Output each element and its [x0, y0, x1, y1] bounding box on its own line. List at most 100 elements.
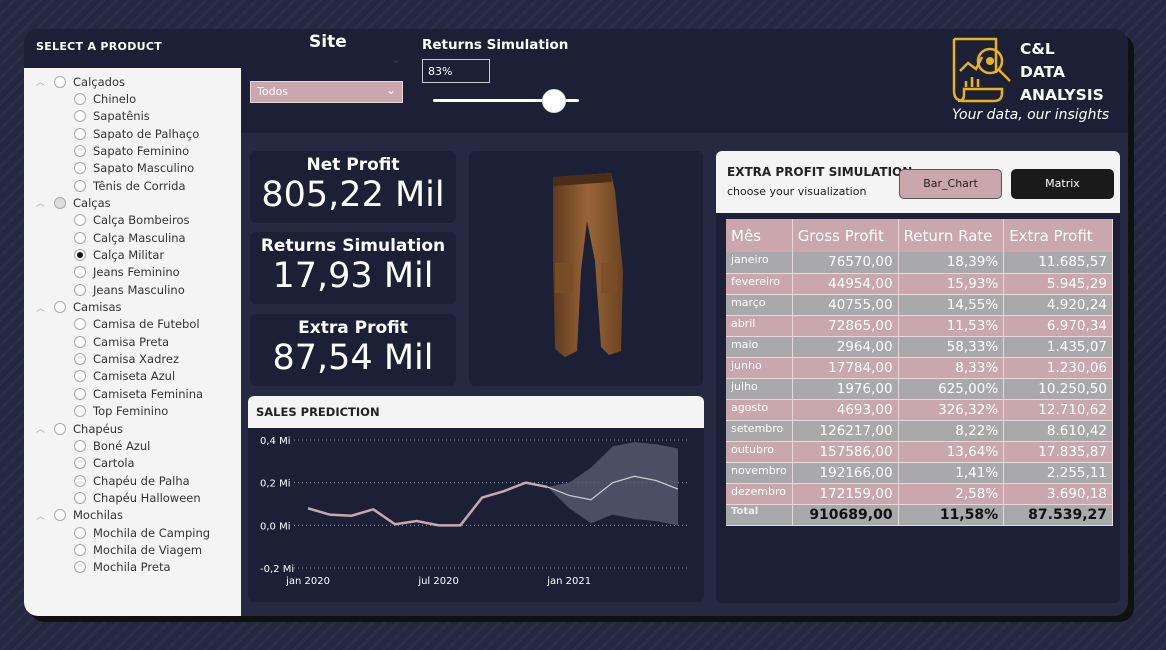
chevron-up-icon[interactable]: ︿: [36, 509, 48, 522]
radio-button[interactable]: [54, 301, 66, 314]
product-group[interactable]: ︿ Calçados: [36, 73, 125, 90]
column-header[interactable]: Gross Profit: [792, 219, 899, 252]
product-item[interactable]: Sapato Masculino: [74, 160, 194, 177]
product-item[interactable]: Chapéu de Palha: [74, 472, 190, 489]
product-group[interactable]: ︿ Camisas: [36, 299, 122, 316]
table-row[interactable]: fevereiro 44954,00 15,93% 5.945,29: [726, 273, 1113, 295]
returns-simulation-input[interactable]: 83%: [422, 59, 490, 83]
product-item[interactable]: Camiseta Feminina: [74, 385, 203, 402]
extra-profit-header: EXTRA PROFIT SIMULATION choose your visu…: [716, 151, 1120, 213]
product-item[interactable]: Camiseta Azul: [74, 368, 175, 385]
table-row[interactable]: setembro 126217,00 8,22% 8.610,42: [726, 420, 1113, 442]
product-item[interactable]: Sapato Feminino: [74, 142, 189, 159]
radio-button[interactable]: [74, 249, 86, 261]
radio-button[interactable]: [74, 92, 86, 105]
radio-button[interactable]: [74, 457, 86, 470]
table-row[interactable]: março 40755,00 14,55% 4.920,24: [726, 294, 1113, 316]
radio-button[interactable]: [74, 127, 86, 140]
radio-button[interactable]: [74, 543, 86, 556]
product-item[interactable]: Calça Masculina: [74, 229, 186, 246]
product-item[interactable]: Boné Azul: [74, 437, 150, 454]
month-cell: setembro: [726, 420, 793, 442]
product-item[interactable]: Sapatênis: [74, 108, 150, 125]
radio-button[interactable]: [74, 266, 86, 279]
table-row[interactable]: junho 17784,00 8,33% 1.230,06: [726, 357, 1113, 379]
radio-button[interactable]: [74, 561, 86, 574]
radio-button[interactable]: [74, 162, 86, 175]
product-item[interactable]: Jeans Masculino: [74, 281, 185, 298]
radio-button[interactable]: [74, 526, 86, 539]
value-cell: 40755,00: [792, 294, 899, 316]
product-item[interactable]: Camisa Xadrez: [74, 351, 179, 368]
chevron-up-icon[interactable]: ︿: [36, 422, 48, 435]
chevron-down-icon: ⌄: [385, 83, 396, 97]
product-item[interactable]: Chapéu Halloween: [74, 489, 201, 506]
extra-profit-title: EXTRA PROFIT SIMULATION: [727, 165, 913, 179]
radio-button[interactable]: [74, 405, 86, 418]
radio-button[interactable]: [74, 110, 86, 123]
table-row[interactable]: janeiro 76570,00 18,39% 11.685,57: [726, 252, 1113, 274]
radio-button[interactable]: [54, 509, 66, 522]
product-item[interactable]: Camisa Preta: [74, 333, 169, 350]
x-tick-label: jan 2020: [285, 576, 330, 587]
returns-slider[interactable]: [433, 89, 579, 113]
product-item[interactable]: Cartola: [74, 455, 135, 472]
radio-button[interactable]: [74, 491, 86, 504]
radio-button[interactable]: [74, 353, 86, 366]
slider-thumb[interactable]: [542, 89, 567, 113]
radio-button[interactable]: [74, 370, 86, 383]
radio-button[interactable]: [74, 283, 86, 296]
bar-chart-button[interactable]: Bar_Chart: [899, 169, 1002, 199]
item-label: Sapato Masculino: [93, 161, 195, 176]
radio-button[interactable]: [74, 474, 86, 487]
product-item[interactable]: Mochila de Viagem: [74, 541, 202, 558]
radio-button[interactable]: [54, 75, 66, 88]
radio-button[interactable]: [54, 196, 66, 209]
table-row[interactable]: dezembro 172159,00 2,58% 3.690,18: [726, 483, 1113, 505]
table-row[interactable]: maio 2964,00 58,33% 1.435,07: [726, 336, 1113, 358]
sales-prediction-chart[interactable]: 0,4 Mi 0,2 Mi 0,0 Mi -0,2 Mijan 2020 jul 202…: [248, 428, 704, 602]
product-item[interactable]: Camisa de Futebol: [74, 316, 200, 333]
product-item[interactable]: Tênis de Corrida: [74, 177, 186, 194]
chevron-up-icon[interactable]: ︿: [36, 196, 48, 209]
product-item[interactable]: Mochila Preta: [74, 559, 171, 576]
value-cell: 625,00%: [898, 378, 1005, 400]
table-row[interactable]: outubro 157586,00 13,64% 17.835,87: [726, 441, 1113, 463]
month-cell: fevereiro: [726, 273, 793, 295]
product-item[interactable]: Jeans Feminino: [74, 264, 180, 281]
product-group[interactable]: ︿ Calças: [36, 194, 111, 211]
product-group[interactable]: ︿ Chapéus: [36, 420, 123, 437]
column-header[interactable]: Extra Profit: [1003, 219, 1113, 252]
radio-button[interactable]: [74, 179, 86, 192]
chevron-up-icon[interactable]: ︿: [36, 75, 48, 88]
product-item[interactable]: Calça Militar: [74, 247, 164, 264]
product-item[interactable]: Mochila de Camping: [74, 524, 210, 541]
value-cell: 2964,00: [792, 336, 899, 358]
table-row[interactable]: abril 72865,00 11,53% 6.970,34: [726, 315, 1113, 337]
radio-button[interactable]: [74, 387, 86, 400]
column-header[interactable]: Mês: [726, 219, 793, 252]
radio-button[interactable]: [74, 231, 86, 244]
site-dropdown[interactable]: Todos ⌄: [250, 81, 403, 103]
table-row[interactable]: julho 1976,00 625,00% 10.250,50: [726, 378, 1113, 400]
radio-button[interactable]: [74, 335, 86, 348]
radio-button[interactable]: [74, 144, 86, 157]
logo-line-1: C&L: [1020, 40, 1055, 58]
column-header[interactable]: Return Rate: [898, 219, 1005, 252]
chevron-up-icon[interactable]: ︿: [36, 301, 48, 314]
item-label: Chapéus: [73, 421, 124, 436]
item-label: Camiseta Azul: [93, 369, 176, 384]
product-item[interactable]: Top Feminino: [74, 403, 168, 420]
table-row[interactable]: novembro 192166,00 1,41% 2.255,11: [726, 462, 1113, 484]
radio-button[interactable]: [74, 318, 86, 331]
radio-button[interactable]: [74, 214, 86, 227]
table-row[interactable]: agosto 4693,00 326,32% 12.710,62: [726, 399, 1113, 421]
product-item[interactable]: Sapato de Palhaço: [74, 125, 199, 142]
matrix-button[interactable]: Matrix: [1011, 169, 1114, 199]
product-group[interactable]: ︿ Mochilas: [36, 507, 123, 524]
product-item[interactable]: Chinelo: [74, 90, 136, 107]
product-image: [469, 151, 703, 386]
product-item[interactable]: Calça Bombeiros: [74, 212, 190, 229]
radio-button[interactable]: [74, 439, 86, 452]
radio-button[interactable]: [54, 422, 66, 435]
